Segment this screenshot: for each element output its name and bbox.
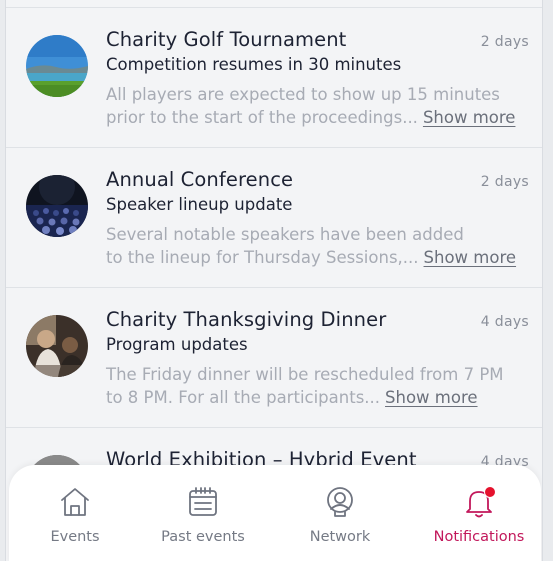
app-screen: Charity Golf Tournament 2 days Competiti…: [5, 0, 543, 561]
notification-body: All players are expected to show up 15 m…: [106, 83, 516, 129]
event-thumbnail: [26, 175, 88, 237]
notification-title: Charity Thanksgiving Dinner: [106, 308, 387, 331]
notification-body: Several notable speakers have been added…: [106, 223, 516, 269]
notification-badge: [484, 486, 496, 498]
body-line: to 8 PM. For all the participants... Show…: [106, 386, 516, 409]
body-line: Several notable speakers have been added: [106, 225, 464, 244]
notification-time: 2 days: [480, 174, 529, 190]
tab-past-events[interactable]: Past events: [138, 465, 268, 555]
notification-body: The Friday dinner will be rescheduled fr…: [106, 363, 516, 409]
notification-subtitle: Competition resumes in 30 minutes: [106, 55, 402, 74]
body-line: All players are expected to show up 15 m…: [106, 85, 500, 104]
home-icon: [58, 485, 92, 519]
show-more-link[interactable]: Show more: [423, 108, 516, 127]
bottom-tab-bar: Events Past events Network Notifications: [9, 465, 541, 561]
tab-label: Events: [50, 529, 100, 545]
body-line: to the lineup for Thursday Sessions,... S…: [106, 246, 516, 269]
tab-events[interactable]: Events: [10, 465, 140, 555]
calendar-icon: [186, 485, 220, 519]
body-line-text: to 8 PM. For all the participants...: [106, 388, 381, 407]
tab-network[interactable]: Network: [275, 465, 405, 555]
show-more-link[interactable]: Show more: [385, 388, 478, 407]
notification-subtitle: Speaker lineup update: [106, 195, 293, 214]
event-thumbnail: [26, 315, 88, 377]
tab-label: Past events: [161, 529, 245, 545]
network-icon: [323, 485, 357, 519]
notification-item[interactable]: Charity Thanksgiving Dinner 4 days Progr…: [6, 288, 542, 428]
notification-item[interactable]: Annual Conference 2 days Speaker lineup …: [6, 148, 542, 288]
body-line: The Friday dinner will be rescheduled fr…: [106, 365, 504, 384]
event-thumbnail: [26, 35, 88, 97]
notification-title: Annual Conference: [106, 168, 294, 191]
body-line: prior to the start of the proceedings...…: [106, 106, 516, 129]
notification-time: 2 days: [480, 34, 529, 50]
notification-time: 4 days: [480, 314, 529, 330]
show-more-link[interactable]: Show more: [424, 248, 517, 267]
tab-notifications[interactable]: Notifications: [414, 465, 542, 555]
body-line-text: prior to the start of the proceedings...: [106, 108, 418, 127]
body-line-text: to the lineup for Thursday Sessions,...: [106, 248, 419, 267]
bell-icon: [462, 485, 496, 519]
tab-label: Notifications: [433, 529, 525, 545]
notification-item[interactable]: Charity Golf Tournament 2 days Competiti…: [6, 8, 542, 148]
notification-title: Charity Golf Tournament: [106, 28, 347, 51]
notification-subtitle: Program updates: [106, 335, 248, 354]
tab-label: Network: [309, 529, 371, 545]
